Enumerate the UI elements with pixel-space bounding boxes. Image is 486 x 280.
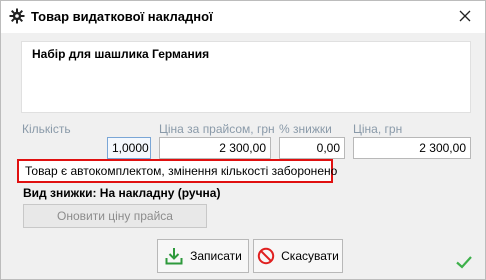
product-name: Набір для шашлика Германия [32,47,210,61]
product-name-box[interactable]: Набір для шашлика Германия [21,41,471,113]
price-list-input[interactable]: 2 300,00 [159,137,271,159]
save-label: Записати [190,249,242,263]
save-button[interactable]: Записати [157,239,249,273]
checkmark-icon [455,253,473,271]
autokit-warning-text: Товар є автокомплектом, змінення кількос… [25,164,338,178]
discount-type: Вид знижки: На накладну (ручна) [23,186,221,200]
quantity-input[interactable]: 1,0000 [107,137,151,159]
price-label: Ціна, грн [353,122,403,136]
price-list-label: Ціна за прайсом, грн [159,122,275,136]
cancel-label: Скасувати [281,249,339,263]
no-entry-icon [257,247,275,265]
dialog-window: Товар видаткової накладної Набір для шаш… [0,0,486,280]
close-icon [459,10,471,25]
window-title: Товар видаткової накладної [31,9,213,24]
refresh-price-button[interactable]: Оновити ціну прайса [23,204,207,228]
price-input[interactable]: 2 300,00 [353,137,471,159]
gear-icon [9,8,25,24]
discount-percent-label: % знижки [279,122,332,136]
close-button[interactable] [445,1,485,33]
cancel-button[interactable]: Скасувати [253,239,343,273]
quantity-label: Кількість [22,122,71,136]
title-bar: Товар видаткової накладної [1,1,485,33]
download-icon [164,246,184,266]
discount-percent-input[interactable]: 0,00 [279,137,345,159]
refresh-price-label: Оновити ціну прайса [57,209,173,223]
autokit-warning: Товар є автокомплектом, змінення кількос… [17,159,337,183]
